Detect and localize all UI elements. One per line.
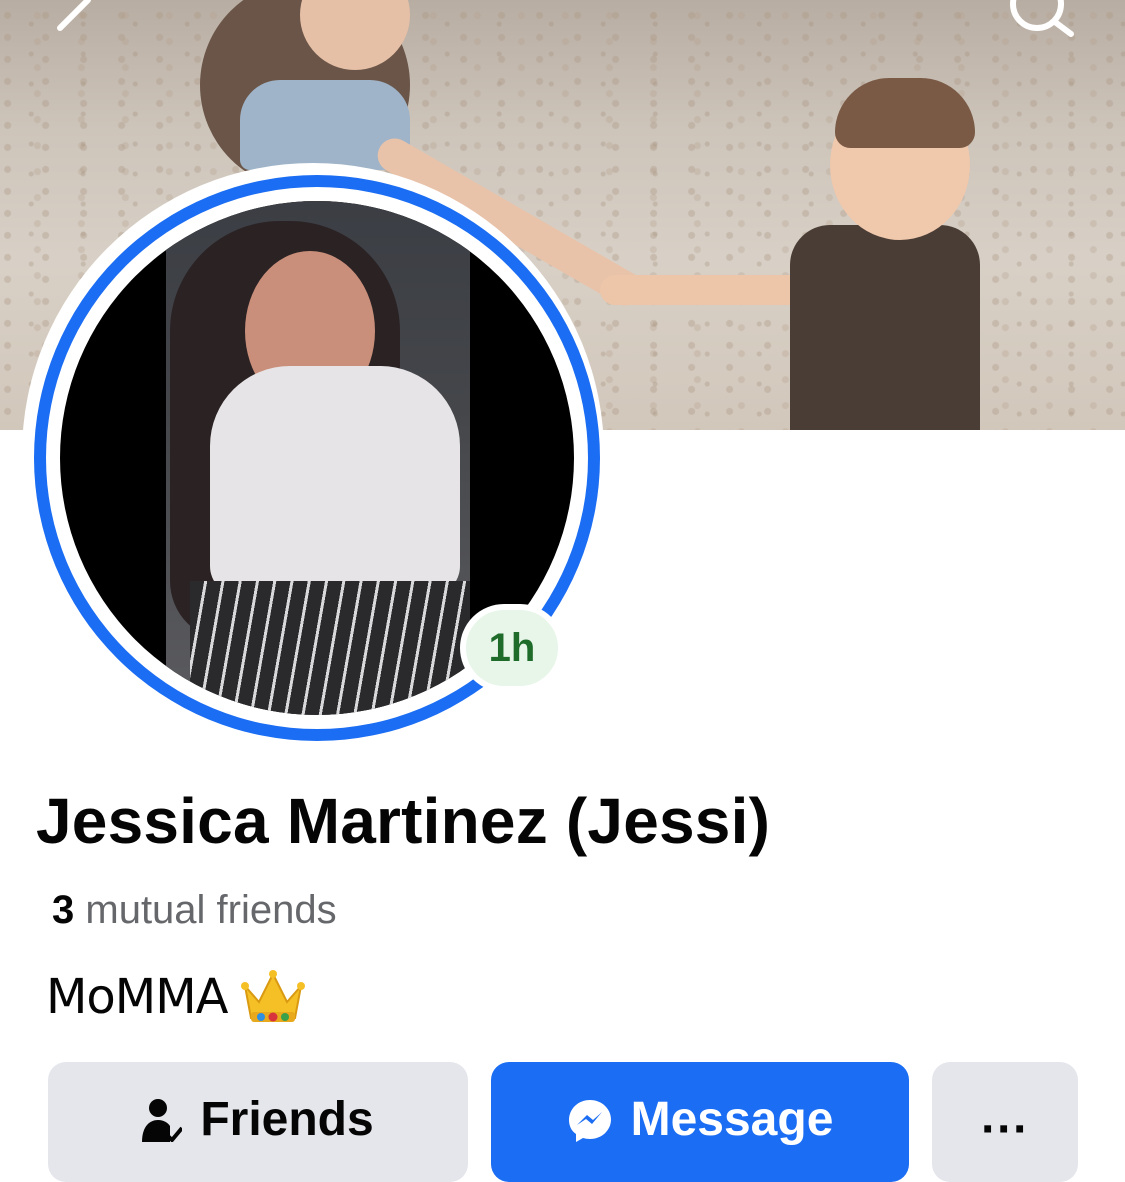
bio-text: MoMMA <box>46 969 228 1025</box>
profile-photo-top <box>210 366 460 596</box>
friends-button[interactable]: Friends <box>48 1062 468 1182</box>
cover-figure-boy-hair <box>835 78 975 148</box>
friends-button-label: Friends <box>200 1093 374 1146</box>
profile-name: Jessica Martinez (Jessi) <box>36 785 771 857</box>
cover-figure-boy-shirt <box>790 225 980 430</box>
profile-photo-skirt <box>190 581 470 715</box>
more-options-button[interactable]: ··· <box>932 1062 1078 1182</box>
story-age-badge: 1h <box>460 604 564 692</box>
message-button[interactable]: Message <box>491 1062 909 1182</box>
mutual-friends[interactable]: 3 mutual friends <box>52 888 337 933</box>
search-icon[interactable] <box>995 0 1085 40</box>
back-icon[interactable] <box>40 0 100 40</box>
message-button-label: Message <box>630 1093 834 1146</box>
mutual-friends-label: mutual friends <box>85 888 337 932</box>
messenger-icon <box>567 1098 613 1156</box>
friend-check-icon <box>142 1098 184 1154</box>
more-options-icon: ··· <box>981 1103 1029 1156</box>
crown-icon <box>241 968 306 1026</box>
profile-bio: MoMMA <box>46 968 306 1026</box>
cover-figure-boy-arm <box>600 275 810 305</box>
mutual-friends-count: 3 <box>52 888 75 932</box>
